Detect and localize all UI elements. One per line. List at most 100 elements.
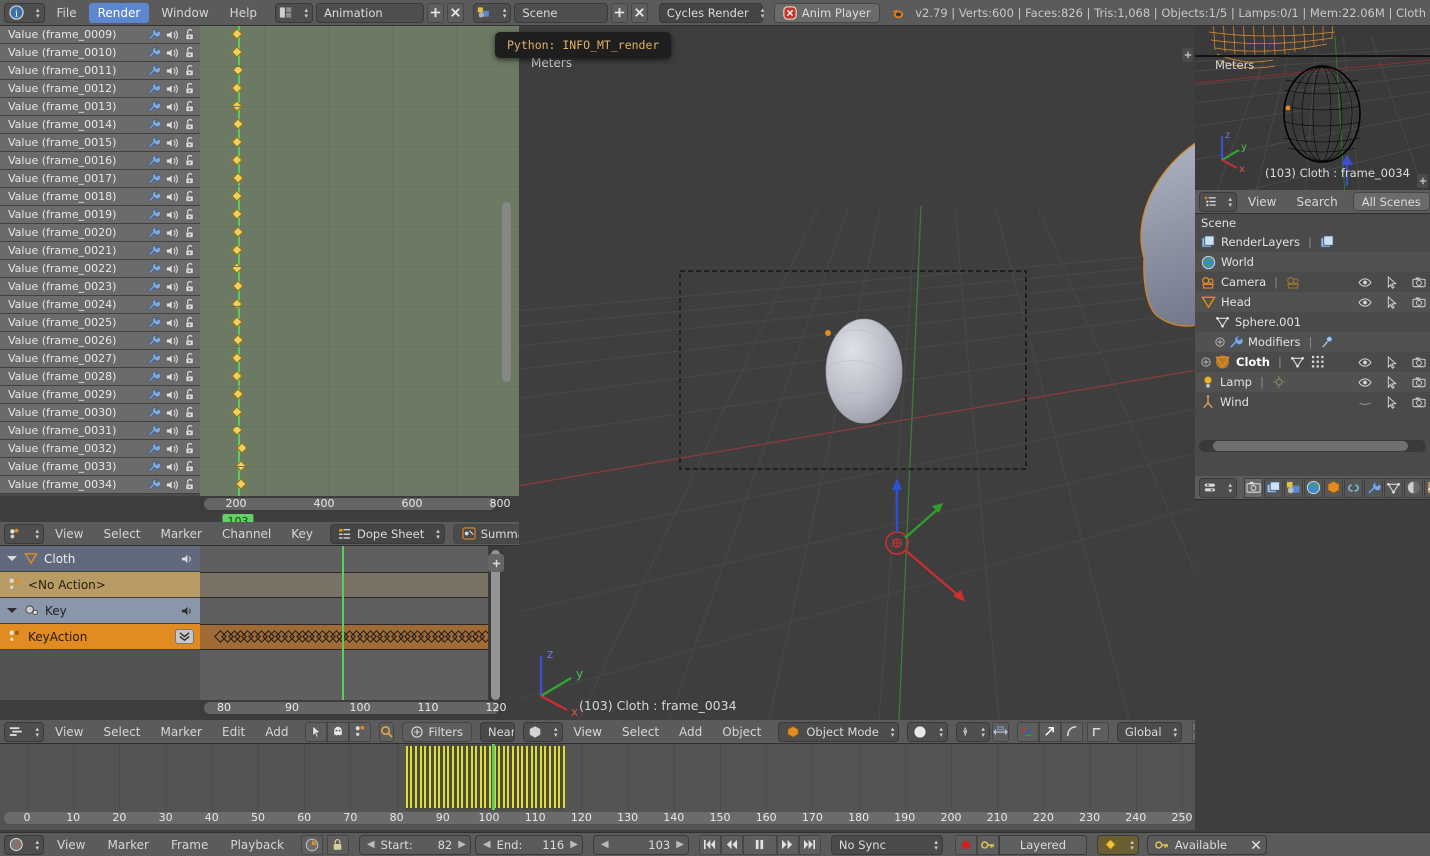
wrench-icon[interactable] <box>147 280 160 293</box>
properties-tab-material[interactable] <box>1404 477 1423 498</box>
interaction-mode-selector[interactable]: Object Mode <box>778 721 900 742</box>
scene-name-field[interactable]: Scene <box>514 2 608 23</box>
filter-ghost-icon-button[interactable] <box>327 721 350 742</box>
graph-channel-icons[interactable] <box>147 190 196 203</box>
graph-curve-area[interactable] <box>200 26 521 496</box>
auto-keying-mode-selector[interactable]: Layered <box>998 834 1087 855</box>
unlock-icon[interactable] <box>184 478 196 491</box>
dope-menu-select[interactable]: Select <box>94 524 149 544</box>
keyframe-type-selector[interactable] <box>1096 834 1139 855</box>
graph-channel-list[interactable]: Value (frame_0009) Value (frame_0010) Valu… <box>0 26 200 496</box>
dope-row-keyaction[interactable]: KeyAction <box>0 624 200 650</box>
dope-menu-key[interactable]: Key <box>282 524 322 544</box>
graph-channel-row[interactable]: Value (frame_0023) <box>0 278 200 296</box>
timeline-ruler[interactable]: 0 10 20 30 40 50 60 70 80 90 100 110 120 130 140 150 160… <box>0 810 1195 830</box>
unlock-icon[interactable] <box>184 352 196 365</box>
graph-vertical-scrollbar[interactable] <box>500 52 513 492</box>
camera-render-icon[interactable] <box>1412 396 1426 409</box>
timeline-keyframe[interactable] <box>562 746 565 808</box>
unlock-icon[interactable] <box>184 64 196 77</box>
left-arrow-icon[interactable]: ◀ <box>601 839 609 850</box>
dope-strip-no-action[interactable] <box>200 572 503 598</box>
outliner-item-wind[interactable]: Wind <box>1195 392 1430 412</box>
camera-render-icon[interactable] <box>1412 276 1426 289</box>
screen-layout-name[interactable]: Animation <box>316 2 425 23</box>
current-frame-field[interactable]: ◀ 103 ▶ <box>592 834 689 855</box>
outliner-display-mode[interactable]: All Scenes <box>1352 192 1430 211</box>
graph-channel-icons[interactable] <box>147 172 196 185</box>
outliner-item-camera[interactable]: Camera | <box>1195 272 1430 292</box>
dope-vertical-scrollbar[interactable] <box>488 546 504 700</box>
unlock-icon[interactable] <box>184 100 196 113</box>
unlock-icon[interactable] <box>184 226 196 239</box>
outliner-item-head[interactable]: Head <box>1195 292 1430 312</box>
unlock-icon[interactable] <box>184 316 196 329</box>
speaker-icon[interactable] <box>165 407 179 419</box>
timeline-editor[interactable]: 0 10 20 30 40 50 60 70 80 90 100 110 120 130 140 150 160… <box>0 744 1195 832</box>
wrench-icon[interactable] <box>147 298 160 311</box>
editor-type-nla-selector[interactable] <box>4 721 44 742</box>
speaker-icon[interactable] <box>165 461 179 473</box>
menu-help[interactable]: Help <box>221 3 266 23</box>
dope-keyframe-area[interactable] <box>200 546 503 700</box>
graph-keyframe[interactable] <box>231 208 243 220</box>
expand-action-button[interactable] <box>175 629 194 644</box>
lock-frame-range-button[interactable] <box>326 834 349 855</box>
unlock-icon[interactable] <box>184 406 196 419</box>
filters-dropdown[interactable]: Filters <box>402 721 472 742</box>
filter-cursor-icon-button[interactable] <box>305 721 328 742</box>
camera-data-icon[interactable] <box>1286 276 1301 289</box>
menu-render[interactable]: Render <box>88 2 150 23</box>
timeline-keyframe[interactable] <box>433 746 436 808</box>
unlock-icon[interactable] <box>184 154 196 167</box>
graph-channel-icons[interactable] <box>147 244 196 257</box>
dope-expand-sidebar-button[interactable] <box>488 554 504 572</box>
wrench-icon[interactable] <box>147 100 160 113</box>
speaker-icon[interactable] <box>165 191 179 203</box>
right-arrow-icon[interactable]: ▶ <box>676 839 684 850</box>
unlock-icon[interactable] <box>184 460 196 473</box>
timeline-keyframe[interactable] <box>447 746 450 808</box>
menu-window[interactable]: Window <box>152 3 217 23</box>
graph-channel-row[interactable]: Value (frame_0027) <box>0 350 200 368</box>
unlock-icon[interactable] <box>184 334 196 347</box>
right-arrow-icon[interactable]: ▶ <box>458 839 466 850</box>
timeline-keyframe[interactable] <box>424 746 427 808</box>
timeline-keyframe[interactable] <box>530 746 533 808</box>
timeline-keyframe[interactable] <box>544 746 547 808</box>
graph-channel-row[interactable]: Value (frame_0021) <box>0 242 200 260</box>
frame-end-field[interactable]: ◀ End: 116 ▶ <box>474 834 583 855</box>
wrench-icon[interactable] <box>147 262 160 275</box>
wrench-icon[interactable] <box>147 424 160 437</box>
search-filter-button[interactable] <box>379 721 395 742</box>
graph-channel-row[interactable]: Value (frame_0016) <box>0 152 200 170</box>
snap-mode-selector[interactable]: Nearest Fram <box>479 721 515 742</box>
properties-tab-texture[interactable] <box>1424 477 1430 498</box>
delete-scene-button[interactable] <box>630 2 648 23</box>
timeline-keyframe[interactable] <box>428 746 431 808</box>
outliner-item-cloth[interactable]: Cloth | <box>1195 352 1430 372</box>
eye-closed-icon[interactable] <box>1358 397 1372 408</box>
graph-channel-row[interactable]: Value (frame_0012) <box>0 80 200 98</box>
wrench-icon[interactable] <box>147 316 160 329</box>
speaker-icon[interactable] <box>165 47 179 59</box>
graph-keyframe[interactable] <box>231 352 243 364</box>
outliner-item-world[interactable]: World <box>1195 252 1430 272</box>
speaker-icon[interactable] <box>165 425 179 437</box>
wrench-icon[interactable] <box>147 172 160 185</box>
wrench-icon[interactable] <box>147 208 160 221</box>
manipulator-move-button[interactable] <box>1038 721 1061 742</box>
dope-strip-keyaction[interactable] <box>200 624 503 650</box>
graph-keyframe[interactable] <box>231 316 243 328</box>
wrench-icon[interactable] <box>147 154 160 167</box>
graph-keyframe[interactable] <box>232 226 244 238</box>
speaker-icon[interactable] <box>165 83 179 95</box>
wireframe-panel-toggle[interactable] <box>1417 174 1428 188</box>
timeline-canvas[interactable] <box>0 744 1195 810</box>
unlock-icon[interactable] <box>184 172 196 185</box>
graph-keyframe[interactable] <box>231 46 243 58</box>
timeline-keyframe[interactable] <box>549 746 552 808</box>
speaker-icon[interactable] <box>180 605 194 617</box>
eye-icon[interactable] <box>1358 357 1372 368</box>
dope-row-object[interactable]: Cloth <box>0 546 200 572</box>
